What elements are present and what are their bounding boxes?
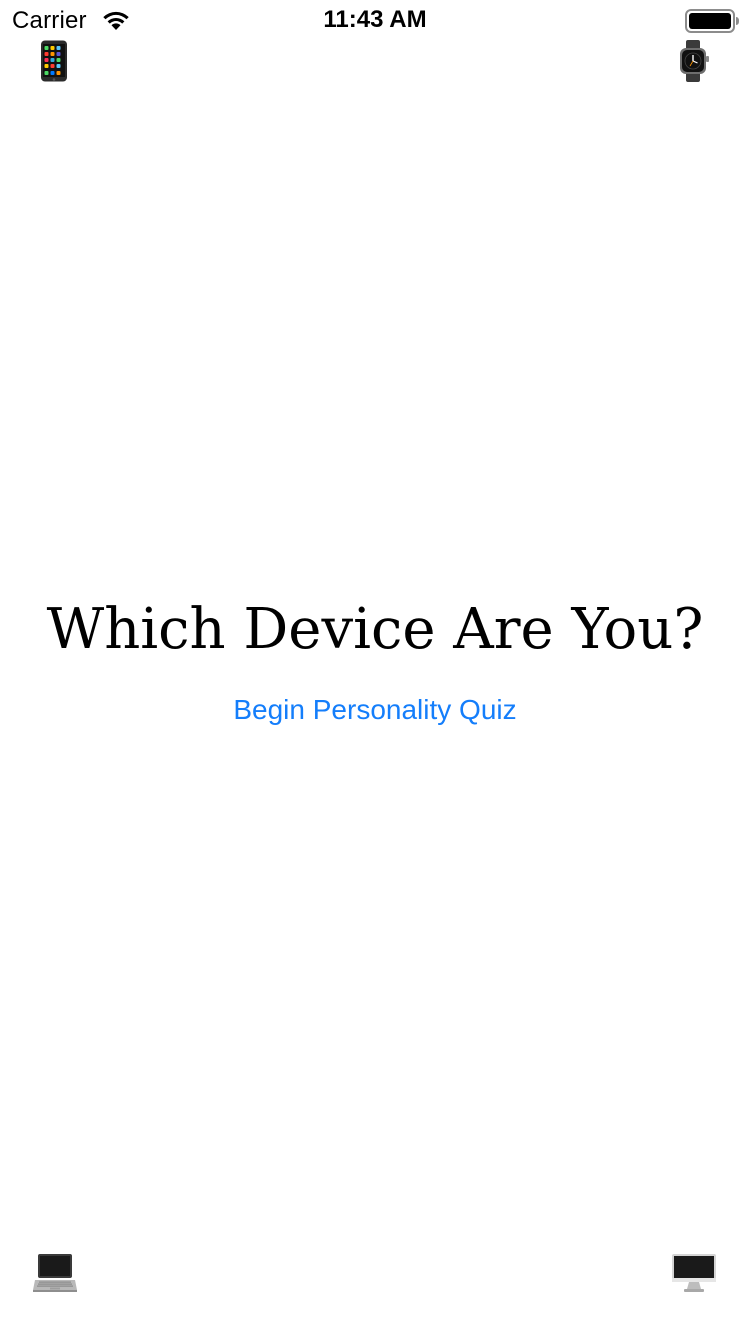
desktop-computer-icon — [672, 1254, 716, 1292]
clock: 11:43 AM — [323, 6, 427, 33]
page-title: Which Device Are You? — [46, 597, 704, 662]
status-bar: Carrier 11:43 AM — [0, 0, 750, 40]
watch-icon — [680, 40, 709, 82]
battery-full-icon — [685, 9, 739, 33]
laptop-icon — [33, 1254, 77, 1292]
begin-quiz-button[interactable]: Begin Personality Quiz — [0, 690, 750, 730]
mobile-phone-icon — [41, 40, 67, 82]
